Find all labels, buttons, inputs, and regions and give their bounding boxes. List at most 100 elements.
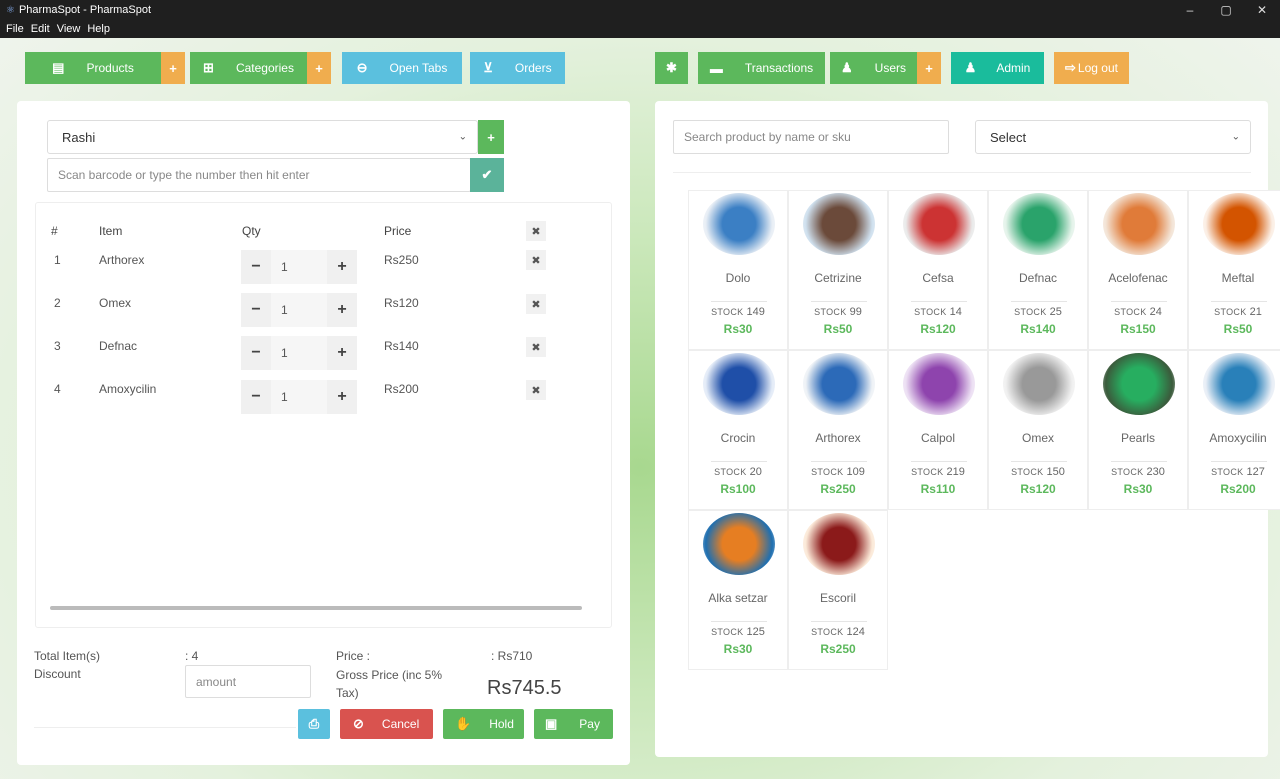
close-icon[interactable]: ✕ — [1244, 0, 1280, 20]
product-name: Cetrizine — [814, 271, 862, 285]
qty-value[interactable]: 1 — [271, 380, 327, 414]
category-select[interactable]: Select ⌄ — [975, 120, 1251, 154]
product-card[interactable]: Alka setzar STOCK 125 Rs30 — [688, 510, 788, 670]
hold-button[interactable]: ✋ Hold — [443, 709, 524, 739]
open-tabs-button[interactable]: ⊖ Open Tabs — [342, 52, 462, 84]
stock-value: 219 — [946, 466, 965, 478]
product-card[interactable]: Cefsa STOCK 14 Rs120 — [888, 190, 988, 350]
add-product-button[interactable]: + — [161, 52, 185, 84]
logout-label: Log out — [1077, 61, 1118, 75]
remove-item-button[interactable]: ✖ — [526, 294, 546, 314]
product-name: Crocin — [720, 431, 756, 445]
menu-help[interactable]: Help — [87, 23, 110, 35]
product-card[interactable]: Escoril STOCK 124 Rs250 — [788, 510, 888, 670]
stock-value: 125 — [746, 626, 765, 638]
app-icon: ⚛ — [6, 4, 15, 16]
minus-button[interactable]: − — [241, 301, 271, 319]
total-items-label: Total Item(s) — [34, 649, 101, 663]
products-button[interactable]: ▤ Products — [25, 52, 161, 84]
product-image — [1003, 193, 1075, 255]
barcode-input[interactable]: Scan barcode or type the number then hit… — [47, 158, 471, 192]
categories-button[interactable]: ⊞ Categories — [190, 52, 307, 84]
minus-button[interactable]: − — [241, 344, 271, 362]
gross-price-label: Gross Price (inc 5% Tax) — [336, 668, 443, 700]
plus-button[interactable]: + — [327, 301, 357, 319]
cancel-label: Cancel — [381, 717, 420, 731]
cancel-button[interactable]: ⊘ Cancel — [340, 709, 433, 739]
clear-cart-button[interactable]: ✖ — [526, 221, 546, 241]
orders-button[interactable]: ⊻ Orders — [470, 52, 565, 84]
remove-item-button[interactable]: ✖ — [526, 380, 546, 400]
row-item-name: Arthorex — [99, 253, 145, 267]
basket-icon: ⊖ — [356, 60, 368, 75]
customer-select[interactable]: Rashi ⌄ — [47, 120, 478, 154]
stock-label: STOCK — [811, 467, 844, 477]
product-price: Rs50 — [1223, 322, 1253, 336]
remove-item-button[interactable]: ✖ — [526, 250, 546, 270]
product-card[interactable]: Cetrizine STOCK 99 Rs50 — [788, 190, 888, 350]
minus-button[interactable]: − — [241, 258, 271, 276]
orders-label: Orders — [514, 61, 552, 75]
product-stock: STOCK 24 — [1089, 306, 1187, 318]
product-stock: STOCK 149 — [689, 306, 787, 318]
product-card[interactable]: Calpol STOCK 219 Rs110 — [888, 350, 988, 510]
product-card[interactable]: Dolo STOCK 149 Rs30 — [688, 190, 788, 350]
divider — [1211, 301, 1267, 302]
discount-input[interactable]: amount — [185, 665, 311, 698]
minus-button[interactable]: − — [241, 388, 271, 406]
menu-file[interactable]: File — [6, 23, 24, 35]
product-image — [903, 193, 975, 255]
divider — [911, 461, 967, 462]
product-card[interactable]: Defnac STOCK 25 Rs140 — [988, 190, 1088, 350]
products-label: Products — [86, 61, 134, 75]
qty-value[interactable]: 1 — [271, 250, 327, 284]
plus-button[interactable]: + — [327, 388, 357, 406]
divider — [811, 621, 867, 622]
qty-value[interactable]: 1 — [271, 336, 327, 370]
user-icon: ♟ — [964, 60, 977, 75]
quantity-stepper: − 1 + — [241, 336, 357, 370]
plus-button[interactable]: + — [327, 258, 357, 276]
cart-scrollbar[interactable] — [50, 606, 582, 610]
qty-value[interactable]: 1 — [271, 293, 327, 327]
divider — [1211, 461, 1267, 462]
menu-edit[interactable]: Edit — [31, 23, 50, 35]
product-name: Dolo — [725, 271, 751, 285]
product-stock: STOCK 25 — [989, 306, 1087, 318]
product-name: Alka setzar — [708, 591, 768, 605]
close-icon: ✖ — [531, 225, 541, 238]
maximize-icon[interactable]: ▢ — [1208, 0, 1244, 20]
settings-button[interactable]: ✱ — [655, 52, 688, 84]
users-button[interactable]: ♟ Users — [830, 52, 917, 84]
product-price: Rs50 — [823, 322, 853, 336]
product-card[interactable]: Meftal STOCK 21 Rs50 — [1188, 190, 1280, 350]
stock-value: 230 — [1146, 466, 1165, 478]
print-button[interactable]: ⎙ — [298, 709, 330, 739]
col-item-header: Item — [99, 224, 123, 238]
transactions-button[interactable]: ▬ Transactions — [698, 52, 825, 84]
menu-view[interactable]: View — [57, 23, 81, 35]
window-title: PharmaSpot - PharmaSpot — [18, 4, 152, 16]
add-customer-button[interactable]: + — [478, 120, 504, 154]
product-card[interactable]: Arthorex STOCK 109 Rs250 — [788, 350, 888, 510]
minimize-icon[interactable]: – — [1172, 0, 1208, 20]
plus-button[interactable]: + — [327, 344, 357, 362]
add-user-button[interactable]: + — [917, 52, 941, 84]
product-card[interactable]: Pearls STOCK 230 Rs30 — [1088, 350, 1188, 510]
product-price: Rs120 — [920, 322, 956, 336]
product-card[interactable]: Acelofenac STOCK 24 Rs150 — [1088, 190, 1188, 350]
stock-label: STOCK — [1211, 467, 1244, 477]
divider — [34, 727, 296, 728]
add-category-button[interactable]: + — [307, 52, 331, 84]
product-card[interactable]: Crocin STOCK 20 Rs100 — [688, 350, 788, 510]
chevron-down-icon: ⌄ — [458, 131, 467, 143]
toolbar-right: ✱ ▬ Transactions ♟ Users + ♟ Admin ⇨ Log… — [655, 52, 1129, 84]
product-card[interactable]: Omex STOCK 150 Rs120 — [988, 350, 1088, 510]
barcode-submit-button[interactable]: ✔ — [470, 158, 504, 192]
pay-button[interactable]: ▣ Pay — [534, 709, 613, 739]
logout-button[interactable]: ⇨ Log out — [1054, 52, 1129, 84]
admin-button[interactable]: ♟ Admin — [951, 52, 1044, 84]
product-card[interactable]: Amoxycilin STOCK 127 Rs200 — [1188, 350, 1280, 510]
product-search-input[interactable]: Search product by name or sku — [673, 120, 949, 154]
remove-item-button[interactable]: ✖ — [526, 337, 546, 357]
